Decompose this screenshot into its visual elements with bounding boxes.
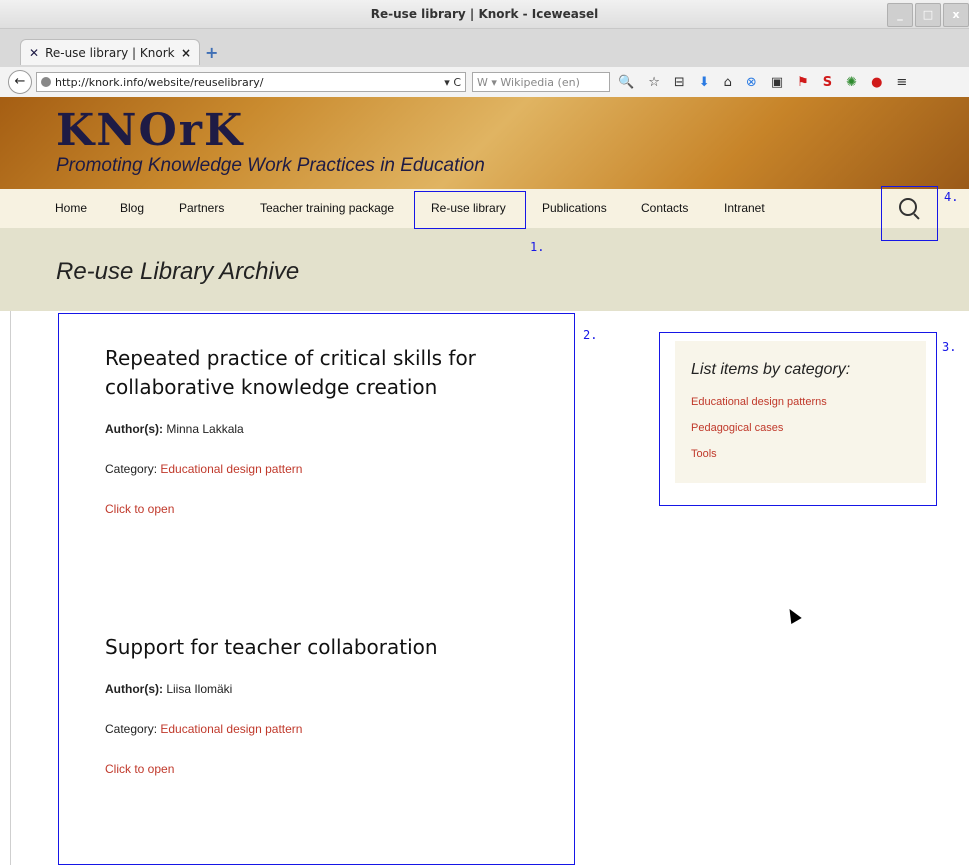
nav-item-intranet[interactable]: Intranet [724, 201, 765, 215]
star-icon[interactable]: ☆ [648, 75, 660, 90]
addon-icon[interactable]: ▣ [771, 75, 783, 90]
close-window-button[interactable]: x [943, 3, 969, 27]
flag-icon[interactable]: ⚑ [797, 75, 809, 90]
toolbar-icons: 🔍 ☆ ⊟ ⬇ ⌂ ⊗ ▣ ⚑ S ✺ ● ≡ [618, 75, 907, 90]
annotation-label-3: 3. [942, 340, 957, 354]
addon-icon[interactable]: ● [871, 75, 882, 90]
annotation-box-1 [414, 191, 526, 229]
tab-label: Re-use library | Knork [45, 45, 175, 60]
new-tab-icon[interactable]: + [205, 43, 218, 62]
bookmarks-icon[interactable]: ⊟ [674, 75, 685, 90]
minimize-button[interactable]: _ [887, 3, 913, 27]
window-titlebar: Re-use library | Knork - Iceweasel _ □ x [0, 0, 969, 29]
url-bar[interactable]: http://knork.info/website/reuselibrary/ … [36, 72, 466, 92]
nav-item-blog[interactable]: Blog [120, 201, 144, 215]
nav-item-publications[interactable]: Publications [542, 201, 607, 215]
annotation-label-1: 1. [530, 240, 545, 254]
globe-icon [41, 77, 51, 87]
close-tab-icon[interactable]: × [181, 40, 191, 66]
site-tagline: Promoting Knowledge Work Practices in Ed… [56, 155, 485, 176]
site-header: KNOrK Promoting Knowledge Work Practices… [0, 97, 969, 189]
annotation-label-2: 2. [583, 328, 598, 342]
search-engine-field[interactable]: W ▾ Wikipedia (en) [472, 72, 610, 92]
site-logo[interactable]: KNOrK [56, 105, 244, 156]
addon-icon[interactable]: ⊗ [746, 75, 757, 90]
annotation-box-2 [58, 313, 575, 865]
page-title: Re-use Library Archive [56, 258, 300, 285]
nav-item-partners[interactable]: Partners [179, 201, 224, 215]
tab-reuse-library[interactable]: ✕ Re-use library | Knork × [20, 39, 200, 65]
navigation-toolbar: ← http://knork.info/website/reuselibrary… [0, 67, 969, 98]
annotation-box-4 [881, 186, 938, 241]
archive-header: Re-use Library Archive [0, 228, 969, 311]
url-text: http://knork.info/website/reuselibrary/ [55, 76, 264, 89]
knork-favicon-icon: ✕ [29, 45, 40, 60]
download-icon[interactable]: ⬇ [699, 75, 710, 90]
url-reload-icon[interactable]: ▾ C [444, 73, 461, 91]
tab-strip: ✕ Re-use library | Knork × + [0, 29, 969, 67]
annotation-label-4: 4. [944, 190, 959, 204]
window-title: Re-use library | Knork - Iceweasel [370, 7, 599, 21]
nav-item-teacher-training[interactable]: Teacher training package [260, 201, 394, 215]
menu-icon[interactable]: ≡ [896, 75, 907, 90]
annotation-box-3 [659, 332, 937, 506]
nav-item-home[interactable]: Home [55, 201, 87, 215]
addon-icon[interactable]: S [823, 75, 832, 90]
nav-item-contacts[interactable]: Contacts [641, 201, 688, 215]
home-icon[interactable]: ⌂ [724, 75, 732, 90]
addon-icon[interactable]: ✺ [846, 75, 857, 90]
search-icon[interactable]: 🔍 [618, 75, 634, 90]
back-button[interactable]: ← [8, 70, 32, 94]
maximize-button[interactable]: □ [915, 3, 941, 27]
window-controls: _ □ x [887, 3, 969, 27]
